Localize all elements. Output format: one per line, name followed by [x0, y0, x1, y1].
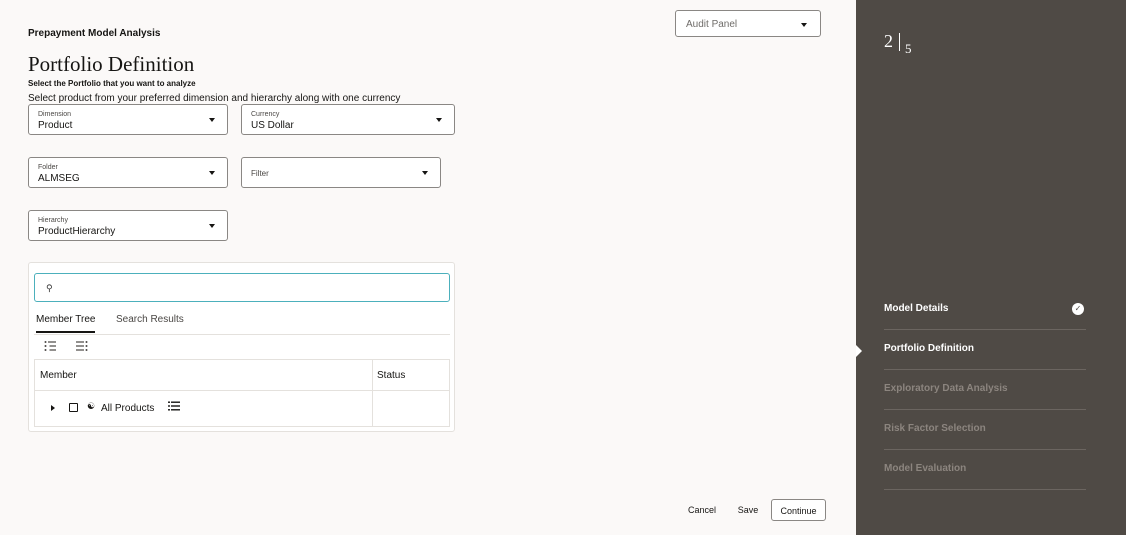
current-step-pointer-icon	[856, 345, 862, 357]
step-label: Portfolio Definition	[884, 343, 974, 354]
hierarchy-node-icon: ☯	[87, 401, 96, 411]
search-icon: ⚲	[46, 283, 53, 293]
audit-panel-label: Audit Panel	[686, 19, 738, 30]
folder-select[interactable]: Folder ALMSEG	[28, 157, 228, 188]
tab-member-tree[interactable]: Member Tree	[36, 314, 96, 333]
filter-select[interactable]: Filter	[241, 157, 441, 188]
expand-row-icon[interactable]	[51, 405, 55, 411]
member-details-icon[interactable]	[168, 400, 180, 414]
column-header-member[interactable]: Member	[40, 370, 77, 381]
step-portfolio-definition[interactable]: Portfolio Definition	[856, 330, 1086, 370]
caret-down-icon	[209, 118, 215, 122]
caret-down-icon	[801, 23, 807, 27]
filter-placeholder: Filter	[251, 169, 269, 178]
step-exploratory-data-analysis[interactable]: Exploratory Data Analysis	[884, 370, 1086, 410]
instruction-text: Select product from your preferred dimen…	[28, 93, 401, 104]
caret-down-icon	[209, 171, 215, 175]
expand-all-icon[interactable]	[42, 340, 58, 356]
save-button[interactable]: Save	[731, 499, 765, 521]
total-steps-number: 5	[905, 41, 912, 56]
tree-tabs: Member Tree Search Results	[34, 312, 450, 335]
step-model-evaluation[interactable]: Model Evaluation	[884, 450, 1086, 490]
table-header: Member Status	[35, 360, 449, 391]
step-list: Model Details ✓ Portfolio Definition Exp…	[856, 290, 1086, 490]
step-model-details[interactable]: Model Details ✓	[884, 290, 1086, 330]
column-header-status[interactable]: Status	[377, 370, 405, 381]
step-label: Exploratory Data Analysis	[884, 383, 1008, 394]
check-circle-icon: ✓	[1072, 303, 1084, 315]
current-step-number: 2	[884, 31, 893, 51]
folder-value: ALMSEG	[38, 173, 80, 184]
dimension-label: Dimension	[38, 111, 72, 118]
step-label: Model Evaluation	[884, 463, 967, 474]
currency-select[interactable]: Currency US Dollar	[241, 104, 455, 135]
caret-down-icon	[436, 118, 442, 122]
tree-toolbar	[34, 337, 450, 359]
continue-button[interactable]: Continue	[771, 499, 826, 521]
progress-sidebar: 2 5 Model Details ✓ Portfolio Definition…	[856, 0, 1126, 535]
dimension-select[interactable]: Dimension Product	[28, 104, 228, 135]
caret-down-icon	[209, 224, 215, 228]
page-subtitle: Select the Portfolio that you want to an…	[28, 79, 196, 88]
currency-value: US Dollar	[251, 120, 294, 131]
step-divider	[899, 33, 900, 51]
step-risk-factor-selection[interactable]: Risk Factor Selection	[884, 410, 1086, 450]
member-tree-panel: ⚲ Member Tree Search Results Member Stat…	[28, 262, 455, 432]
collapse-all-icon[interactable]	[74, 340, 90, 356]
dimension-value: Product	[38, 120, 73, 131]
step-label: Risk Factor Selection	[884, 423, 986, 434]
page-title: Portfolio Definition	[28, 52, 195, 76]
hierarchy-value: ProductHierarchy	[38, 226, 116, 237]
caret-down-icon	[422, 171, 428, 175]
currency-label: Currency	[251, 111, 280, 118]
member-table: Member Status ☯ All Products	[34, 359, 450, 427]
table-row[interactable]: ☯ All Products	[35, 391, 449, 427]
member-search-input[interactable]: ⚲	[34, 273, 450, 302]
tab-search-results[interactable]: Search Results	[116, 314, 184, 331]
folder-label: Folder	[38, 164, 58, 171]
step-label: Model Details	[884, 303, 949, 314]
hierarchy-select[interactable]: Hierarchy ProductHierarchy	[28, 210, 228, 241]
row-checkbox[interactable]	[69, 403, 78, 412]
cancel-button[interactable]: Cancel	[680, 499, 724, 521]
audit-panel-select[interactable]: Audit Panel	[675, 10, 821, 37]
main-content: Prepayment Model Analysis Audit Panel Po…	[0, 0, 856, 535]
app-title: Prepayment Model Analysis	[28, 28, 161, 39]
member-name: All Products	[101, 403, 155, 414]
hierarchy-label: Hierarchy	[38, 217, 68, 224]
